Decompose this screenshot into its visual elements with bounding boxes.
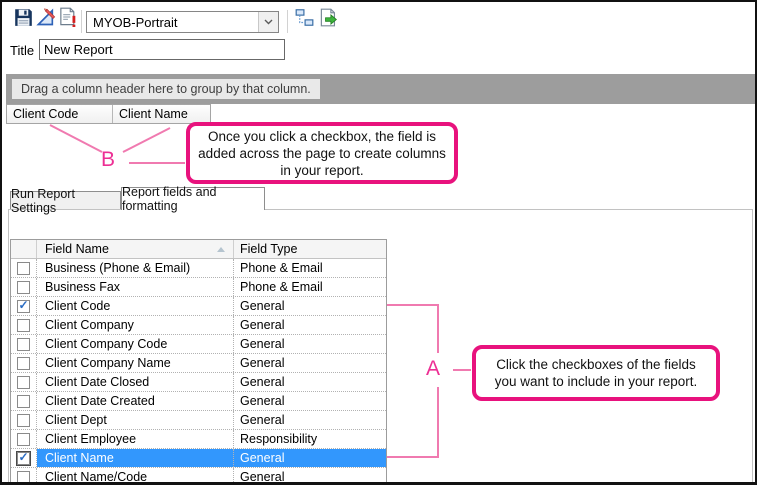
field-name-cell: Client Date Created [37, 392, 234, 410]
preview-column-client-code[interactable]: Client Code [7, 105, 113, 123]
tab-run-report-settings[interactable]: Run Report Settings [10, 191, 121, 209]
row-checkbox-cell [11, 468, 37, 485]
tab-report-fields-and-formatting[interactable]: Report fields and formatting [121, 187, 265, 210]
field-type-cell: General [234, 468, 386, 485]
row-checkbox[interactable] [17, 300, 30, 313]
tree-view-button[interactable] [293, 9, 316, 31]
callout-a: Click the checkboxes of the fields you w… [472, 345, 720, 401]
field-type-cell: General [234, 297, 386, 315]
row-checkbox-cell [11, 278, 37, 296]
field-name-cell: Client Dept [37, 411, 234, 429]
field-type-cell: Phone & Email [234, 259, 386, 277]
title-input[interactable] [39, 39, 285, 60]
validate-report-button[interactable] [58, 9, 79, 30]
field-type-cell: General [234, 411, 386, 429]
table-row[interactable]: Client DeptGeneral [11, 411, 386, 430]
save-icon [14, 8, 33, 32]
row-checkbox-cell [11, 411, 37, 429]
row-checkbox[interactable] [17, 376, 30, 389]
row-checkbox[interactable] [17, 471, 30, 484]
preview-column-headers: Client Code Client Name [6, 104, 211, 124]
field-type-cell: Phone & Email [234, 278, 386, 296]
group-by-bar[interactable]: Drag a column header here to group by th… [6, 74, 755, 104]
field-name-cell: Client Code [37, 297, 234, 315]
table-row[interactable]: Client Name/CodeGeneral [11, 468, 386, 485]
table-row[interactable]: Client CodeGeneral [11, 297, 386, 316]
layout-dropdown[interactable]: MYOB-Portrait [86, 11, 279, 33]
field-name-cell: Client Name [37, 449, 234, 467]
design-layout-button[interactable] [35, 8, 58, 31]
design-ruler-pencil-icon [36, 7, 57, 33]
sort-ascending-icon [217, 247, 225, 252]
field-name-cell: Client Name/Code [37, 468, 234, 485]
field-name-cell: Client Company Name [37, 354, 234, 372]
field-name-cell: Business Fax [37, 278, 234, 296]
chevron-down-icon[interactable] [258, 12, 278, 32]
field-name-header-label: Field Name [45, 242, 109, 256]
table-row[interactable]: Client Date CreatedGeneral [11, 392, 386, 411]
table-row[interactable]: Client CompanyGeneral [11, 316, 386, 335]
field-type-cell: Responsibility [234, 430, 386, 448]
row-checkbox[interactable] [17, 433, 30, 446]
field-type-cell: General [234, 392, 386, 410]
field-name-cell: Client Company Code [37, 335, 234, 353]
grid-body: Business (Phone & Email)Phone & EmailBus… [11, 259, 386, 485]
field-type-cell: General [234, 373, 386, 391]
preview-column-client-name[interactable]: Client Name [113, 105, 210, 123]
row-checkbox[interactable] [17, 414, 30, 427]
field-type-column-header[interactable]: Field Type [234, 240, 386, 258]
field-type-cell: General [234, 316, 386, 334]
row-checkbox-cell [11, 430, 37, 448]
field-type-cell: General [234, 335, 386, 353]
annotation-letter-b: B [101, 148, 115, 172]
row-checkbox-cell [11, 297, 37, 315]
row-checkbox-cell [11, 316, 37, 334]
row-checkbox-cell [11, 259, 37, 277]
row-checkbox[interactable] [17, 357, 30, 370]
row-checkbox-cell [11, 392, 37, 410]
tree-view-icon [295, 8, 314, 32]
fields-grid-header: Field Name Field Type [11, 240, 386, 259]
row-checkbox-cell [11, 449, 37, 467]
annotation-letter-a: A [426, 357, 440, 381]
callout-b: Once you click a checkbox, the field is … [186, 122, 458, 184]
report-designer-window: MYOB-Portrait Title Drag a column header… [0, 0, 757, 485]
checkbox-column-header [11, 240, 37, 258]
field-type-header-label: Field Type [240, 242, 297, 256]
table-row[interactable]: Client Company CodeGeneral [11, 335, 386, 354]
title-label: Title [10, 43, 34, 58]
field-name-cell: Client Company [37, 316, 234, 334]
row-checkbox-cell [11, 373, 37, 391]
field-name-column-header[interactable]: Field Name [37, 240, 234, 258]
row-checkbox[interactable] [17, 319, 30, 332]
row-checkbox[interactable] [17, 281, 30, 294]
row-checkbox[interactable] [17, 395, 30, 408]
row-checkbox[interactable] [17, 452, 30, 465]
table-row[interactable]: Client Company NameGeneral [11, 354, 386, 373]
group-by-hint: Drag a column header here to group by th… [12, 79, 320, 99]
toolbar-separator [287, 10, 288, 33]
table-row[interactable]: Client EmployeeResponsibility [11, 430, 386, 449]
fields-grid: Field Name Field Type Business (Phone & … [10, 239, 387, 485]
table-row[interactable]: Business FaxPhone & Email [11, 278, 386, 297]
row-checkbox[interactable] [17, 338, 30, 351]
row-checkbox-cell [11, 335, 37, 353]
table-row[interactable]: Client Date ClosedGeneral [11, 373, 386, 392]
document-exclamation-icon [59, 7, 78, 32]
field-name-cell: Client Date Closed [37, 373, 234, 391]
table-row[interactable]: Business (Phone & Email)Phone & Email [11, 259, 386, 278]
toolbar-separator [81, 10, 82, 33]
save-button[interactable] [13, 9, 34, 30]
layout-dropdown-value: MYOB-Portrait [87, 12, 258, 32]
field-name-cell: Client Employee [37, 430, 234, 448]
table-row[interactable]: Client NameGeneral [11, 449, 386, 468]
field-type-cell: General [234, 449, 386, 467]
export-run-button[interactable] [317, 9, 340, 31]
row-checkbox-cell [11, 354, 37, 372]
export-run-icon [319, 8, 338, 32]
field-name-cell: Business (Phone & Email) [37, 259, 234, 277]
row-checkbox[interactable] [17, 262, 30, 275]
field-type-cell: General [234, 354, 386, 372]
